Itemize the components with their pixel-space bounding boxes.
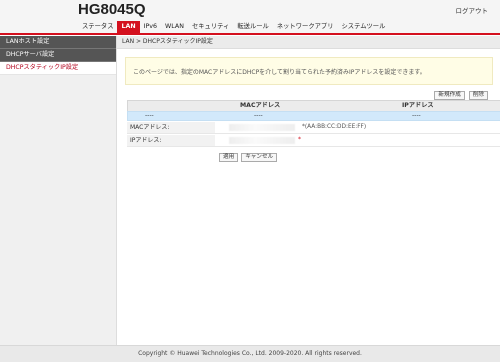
ip-address-label: IPアドレス: [130,137,162,144]
nav-system-tools[interactable]: システムツール [338,21,390,33]
header: HG8045Q ログアウト ステータス LAN IPv6 WLAN セキュリティ… [0,0,500,34]
sidebar-item-dhcp-static-ip[interactable]: DHCPスタティックIP設定 [0,62,116,75]
nav-security[interactable]: セキュリティ [188,21,233,33]
column-ip-address: IPアドレス [402,102,434,109]
nav-forwarding-rules[interactable]: 転送ルール [233,21,272,33]
sidebar: LANホスト設定 DHCPサーバ設定 DHCPスタティックIP設定 [0,36,117,345]
sidebar-item-dhcp-server[interactable]: DHCPサーバ設定 [0,49,116,62]
nav-status[interactable]: ステータス [78,21,117,33]
main-content: LAN > DHCPスタティックIP設定 このページでは、指定のMACアドレスに… [117,36,500,345]
empty-cell: ---- [412,112,421,119]
mac-address-row: MACアドレス: *(AA:BB:CC:DD:EE:FF) [127,122,500,134]
sidebar-item-lan-host[interactable]: LANホスト設定 [0,36,116,49]
ip-address-row: IPアドレス: * [127,135,500,147]
mac-label-cell: MACアドレス: [127,122,215,133]
device-model-title: HG8045Q [78,1,146,18]
apply-button[interactable]: 適用 [219,153,239,162]
table-actions: 新規作成 削除 [434,91,488,100]
ip-required-marker: * [298,136,301,143]
header-accent-bar [0,33,500,35]
ip-label-cell: IPアドレス: [127,135,215,146]
nav-ipv6[interactable]: IPv6 [140,21,161,33]
top-nav: ステータス LAN IPv6 WLAN セキュリティ 転送ルール ネットワークア… [78,21,389,33]
delete-button[interactable]: 削除 [468,91,488,100]
mac-address-hint: *(AA:BB:CC:DD:EE:FF) [302,124,367,130]
new-button[interactable]: 新規作成 [434,91,465,100]
info-text: このページでは、指定のMACアドレスにDHCPを介して割り当てられた予約済みIP… [133,69,426,76]
empty-cell: ---- [145,112,154,119]
ip-address-field[interactable] [229,137,295,144]
table-row: ---- ---- ---- [127,111,500,121]
column-mac-address: MACアドレス [240,102,281,109]
logout-link[interactable]: ログアウト [456,5,489,15]
nav-network-apps[interactable]: ネットワークアプリ [273,21,338,33]
info-box: このページでは、指定のMACアドレスにDHCPを介して割り当てられた予約済みIP… [125,57,493,85]
breadcrumb: LAN > DHCPスタティックIP設定 [117,36,500,49]
nav-lan[interactable]: LAN [117,21,140,33]
cancel-button[interactable]: キャンセル [241,153,278,162]
empty-cell: ---- [254,112,263,119]
mac-address-field[interactable] [229,124,295,131]
mac-address-label: MACアドレス: [130,124,170,131]
form-actions: 適用 キャンセル [219,153,278,162]
footer-copyright: Copyright © Huawei Technologies Co., Ltd… [0,345,500,362]
nav-wlan[interactable]: WLAN [161,21,188,33]
